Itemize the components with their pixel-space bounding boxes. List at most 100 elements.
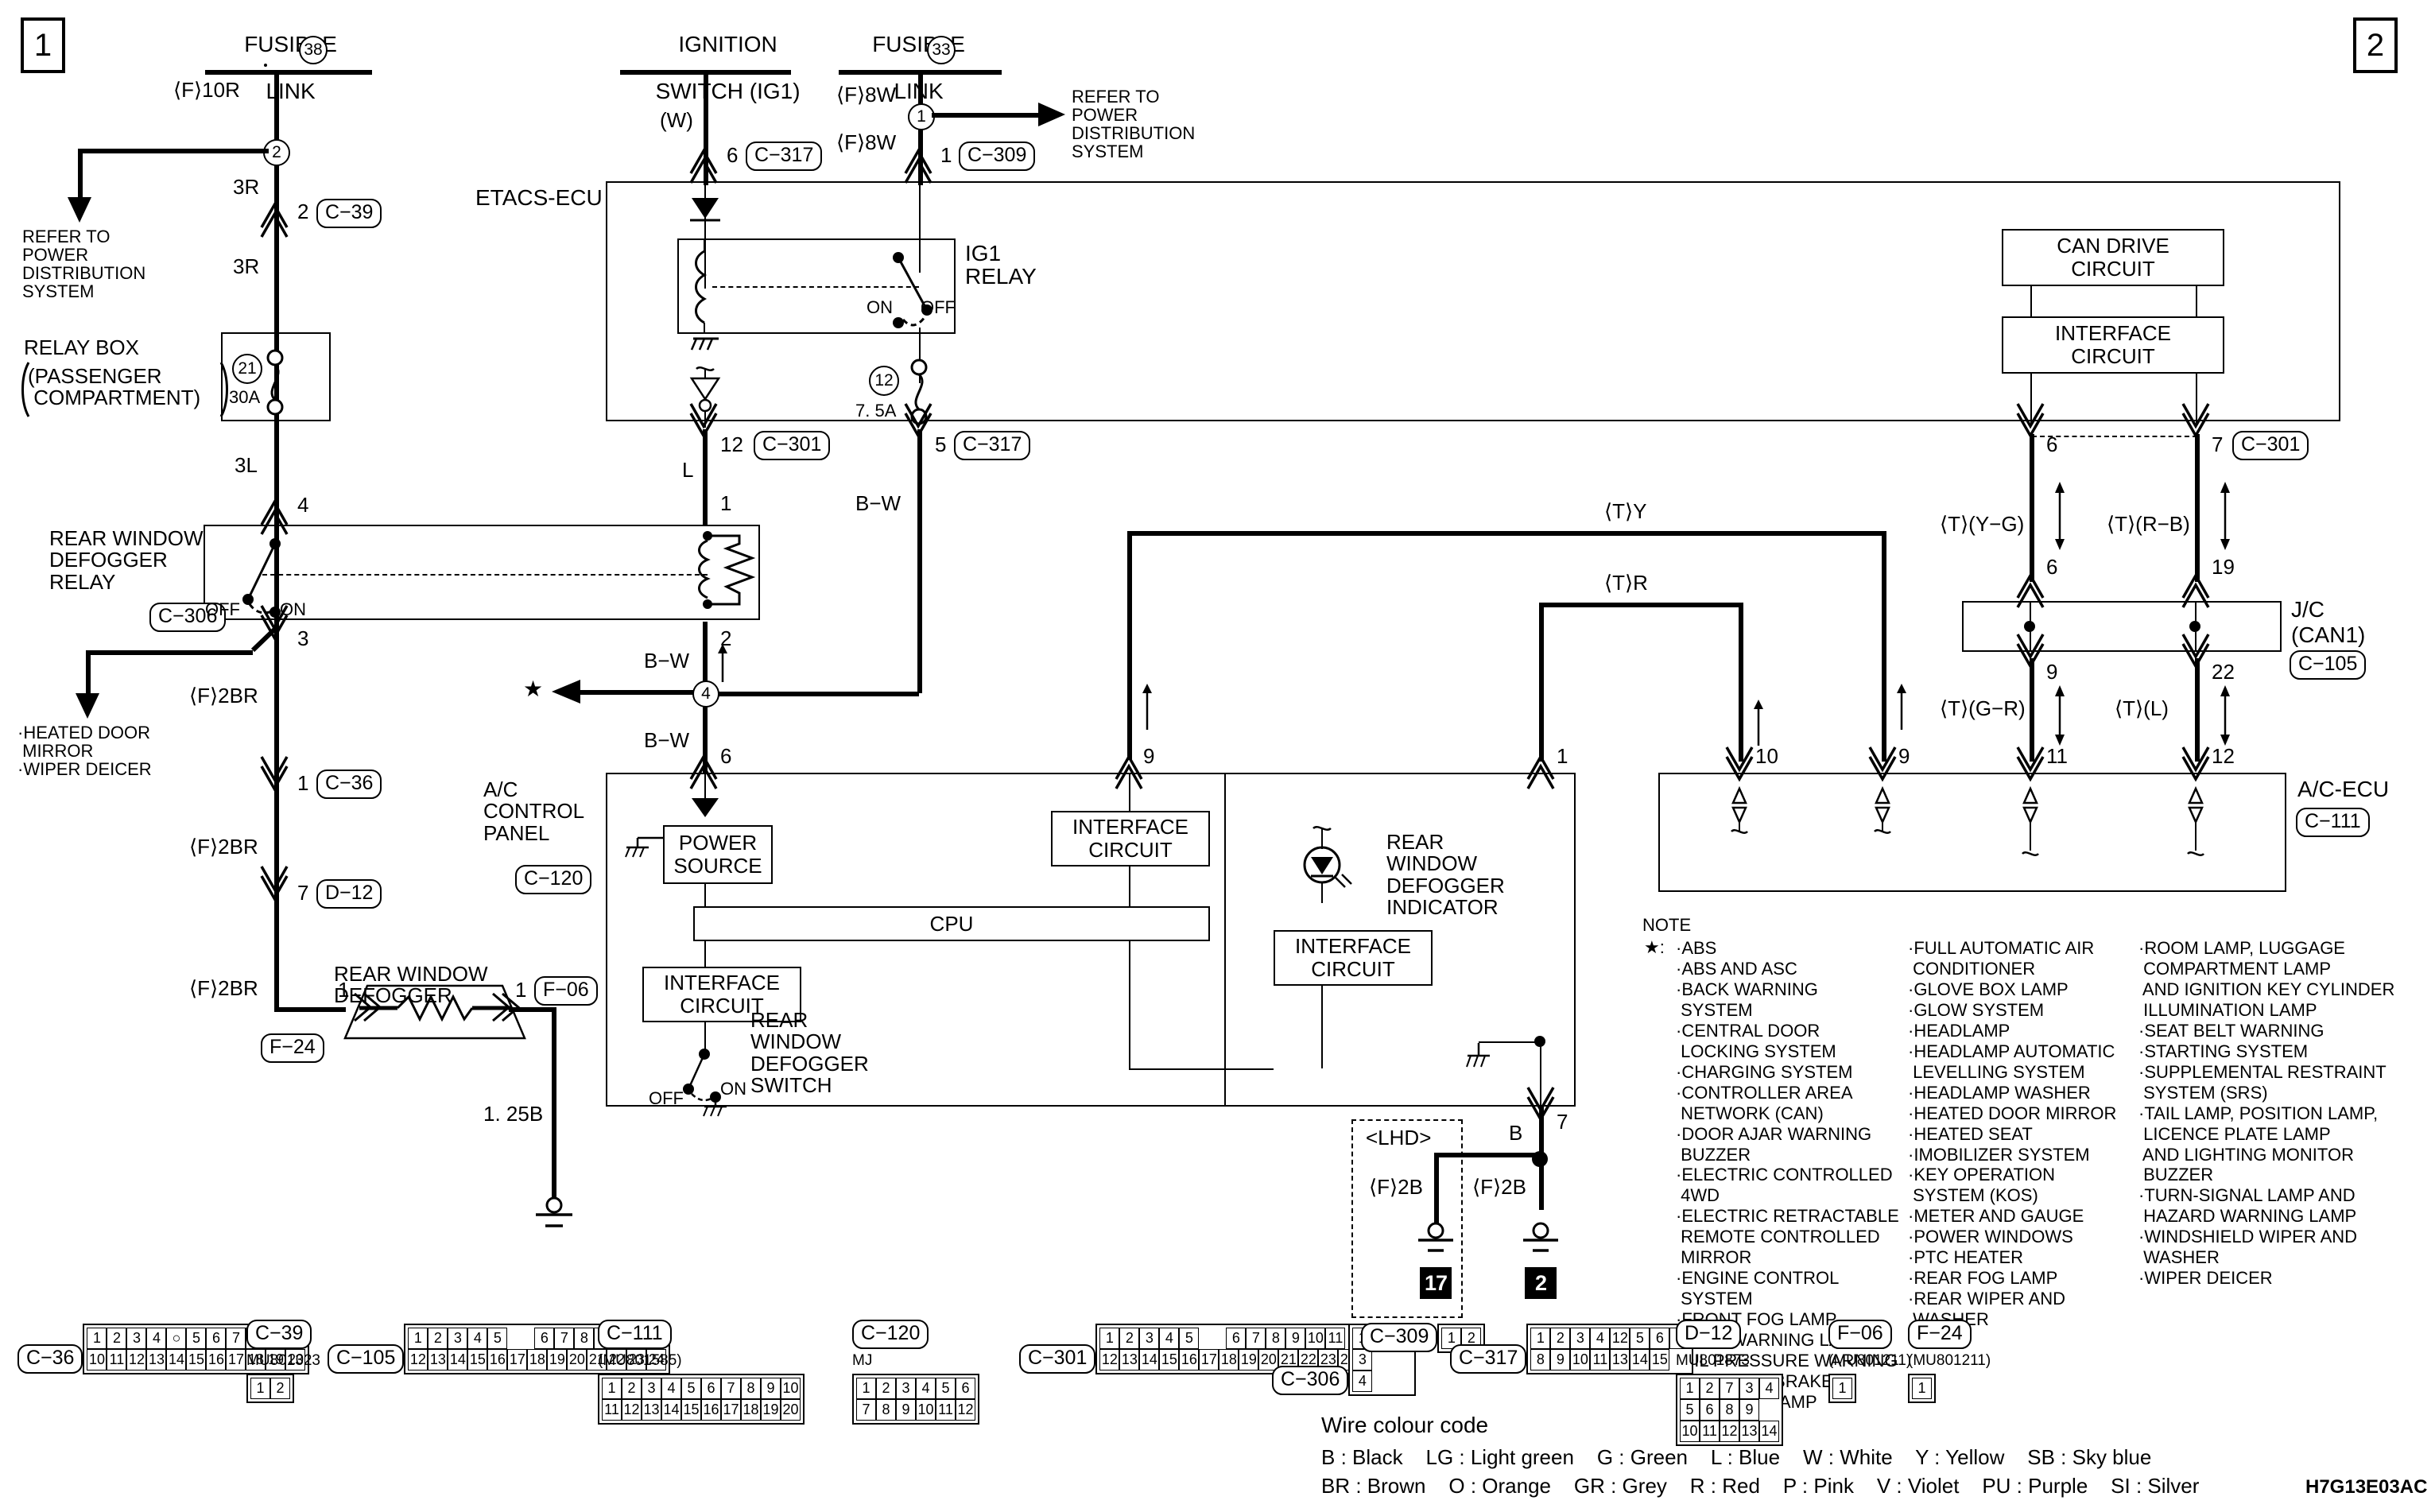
wire-defogger-right (509, 1007, 556, 1012)
relay-box-paren (21, 362, 228, 417)
acecu-pin-symbol-12 (2187, 785, 2204, 856)
arrow-up-tY (1142, 684, 1152, 730)
connector-pinout-label-F-24: F−24 (1908, 1320, 1972, 1349)
wire-label-3r-bot: 3R (233, 254, 260, 278)
connector-tag-c317-mid: C−317 (954, 431, 1031, 460)
wire-colour-code-line2: BR : Brown O : Orange GR : Grey R : Red … (1321, 1474, 2200, 1498)
twisted-pair-dash-top (2032, 436, 2197, 437)
connector-tag-f24-defogger: F−24 (261, 1033, 324, 1063)
connector-pinout-C-120: C−120 MJ 1 2 3 4 5 6 7 8 9 10 11 12 (852, 1320, 979, 1425)
connector-pin-1: 1 (856, 1378, 876, 1399)
connector-pin-2: 2 (270, 1378, 290, 1399)
relay-box-title: RELAY BOX (24, 335, 139, 359)
connector-pinout-D-12: D−12 MU801873 1 2 7 3 4 5 6 8 9 10 11 12 13 14 (1676, 1320, 1783, 1446)
connector-tag-c309: C−309 (959, 142, 1036, 171)
connector-pin-5: 5 (1179, 1328, 1200, 1349)
connector-pin-12: 12 (622, 1399, 642, 1421)
wire-tY-horiz (1127, 531, 1884, 536)
connector-pinout-label-F-06: F−06 (1828, 1320, 1892, 1349)
wire-defrelay-3-down (274, 628, 279, 1010)
etacs-ecu-title: ETACS-ECU (475, 185, 603, 210)
connector-pin-row: 12 (250, 1378, 290, 1399)
connector-pin-17: 17 (507, 1349, 528, 1370)
connector-pin-10: 10 (87, 1349, 107, 1370)
connector-pin-7: 7 (554, 1328, 575, 1349)
connector-tag-c120-panel: C−120 (515, 865, 592, 894)
connector-pin-6: 6 (1650, 1328, 1670, 1349)
connector-pin-9: 9 (761, 1378, 781, 1399)
connector-pin-17: 17 (226, 1349, 246, 1370)
heated-items-label: ·HEATED DOOR MIRROR ·WIPER DEICER (17, 723, 152, 780)
heated-items-arrow-line (86, 650, 253, 655)
pin-10-acecu: 10 (1755, 744, 1778, 768)
wire-tR-vert-left (1539, 603, 1544, 762)
connector-pin-blank (1199, 1328, 1227, 1349)
wire-lhd-vert (1434, 1153, 1439, 1232)
connector-tag-c111-acecu: C−111 (2296, 808, 2370, 837)
connector-part-number-F-24: (MU801211) (1908, 1352, 1991, 1369)
connector-pin-15: 15 (1650, 1349, 1670, 1370)
connector-pin-14: 14 (1139, 1349, 1160, 1370)
connector-pin-19: 19 (761, 1399, 781, 1421)
connector-pin-15: 15 (681, 1399, 701, 1421)
connector-pin-4: 4 (661, 1378, 681, 1399)
pin-6-c317: 6 (727, 143, 739, 167)
connector-pinout-C-317: C−317123412567891011131415 (1450, 1320, 1694, 1374)
ground-symbol-ig1-coil (690, 337, 719, 351)
wire-label-w: (W) (660, 108, 693, 132)
etacs-interface-circuit-block: INTERFACE CIRCUIT (2002, 316, 2224, 374)
note-column-3: ·ROOM LAMP, LUGGAGE COMPARTMENT LAMP AND… (2138, 938, 2395, 1289)
acecu-pin-symbol-11 (2022, 785, 2039, 856)
refer-arrow-right-line (932, 113, 1043, 118)
jc-sub: (CAN1) (2291, 622, 2366, 647)
connector-pinout-F-06: F−06 (MU801211) 1 (1828, 1320, 1911, 1403)
ground-symbol-power-source (625, 836, 663, 858)
refer-arrow-left-line (78, 149, 269, 153)
connector-pin-13: 13 (428, 1349, 448, 1370)
connector-pin-9: 9 (1739, 1399, 1759, 1421)
connector-pin-18: 18 (527, 1349, 548, 1370)
wire-label-3l: 3L (235, 453, 258, 477)
connector-pin-15: 15 (467, 1349, 488, 1370)
wire-cpu-to-iface1 (704, 941, 706, 967)
connector-pinout-label-C-317: C−317 (1450, 1344, 1527, 1374)
connector-pinout-C-111: C−111 (MU801585) 1 2 3 4 5 6 7 8 9 10 11 12 13 14 15 16 17… (598, 1320, 805, 1425)
connector-pin-row: 123412567 (1530, 1328, 1690, 1349)
connector-pin-11: 11 (602, 1399, 622, 1421)
wire-label-3r-top: 3R (233, 175, 260, 199)
connector-pinout-F-24: F−24 (MU801211) 1 (1908, 1320, 1991, 1403)
defogger-pin-left: 1 (338, 978, 350, 1002)
wire-tY-vert-left (1127, 531, 1132, 760)
ground-point-2: 2 (1525, 1267, 1557, 1299)
connector-pin-5: 5 (681, 1378, 701, 1399)
connector-pin-10: 10 (1680, 1421, 1700, 1442)
connector-pin-1: 1 (1680, 1378, 1700, 1399)
wire-label-tGR: ⟨T⟩(G−R) (1940, 696, 2026, 720)
connector-pin-○: ○ (166, 1328, 187, 1349)
junction-dot-acpanel-gnd (1534, 1036, 1545, 1047)
connector-pin-2: 2 (1550, 1328, 1571, 1349)
connector-pin-8: 8 (1720, 1399, 1739, 1421)
connector-arrow-c317-6 (689, 148, 718, 184)
refer-arrow-left-vert (78, 149, 83, 200)
wire-colour-code-title: Wire colour code (1321, 1413, 1489, 1437)
connector-pin-12: 12 (1610, 1328, 1630, 1349)
defogger-pin-right: 1 (515, 978, 527, 1002)
wiring-diagram-sheet: 1 2 FUSIBLE LINK 38 IGNITION SWITCH (IG1… (0, 0, 2435, 1512)
star-marker-ref: ★ (523, 677, 544, 701)
connector-pin-3: 3 (448, 1328, 468, 1349)
connector-pin-2: 2 (1119, 1328, 1140, 1349)
connector-pin-4: 4 (1590, 1328, 1611, 1349)
wire-label-tL: ⟨T⟩(L) (2115, 696, 2169, 720)
note-heading: NOTE (1642, 915, 1692, 935)
connector-pin-11: 11 (107, 1349, 127, 1370)
fusible-link-38-bar (205, 70, 372, 75)
connector-pin-1: 1 (408, 1328, 428, 1349)
connector-pin-6: 6 (1700, 1399, 1720, 1421)
wire-power-to-cpu (704, 884, 706, 908)
connector-pin-2: 2 (1700, 1378, 1720, 1399)
ig1-relay-title: IG1 RELAY (965, 241, 1037, 289)
connector-pin-2: 2 (428, 1328, 448, 1349)
connector-pin-blank (507, 1328, 535, 1349)
connector-pinout-label-C-105: C−105 (328, 1344, 405, 1374)
